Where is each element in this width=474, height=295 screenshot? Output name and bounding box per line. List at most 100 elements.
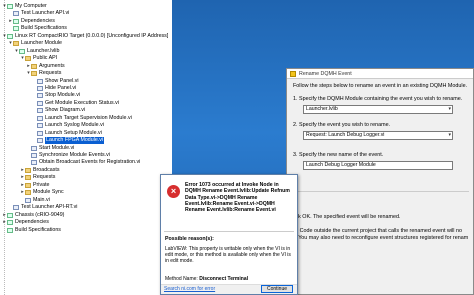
- tree-item[interactable]: Synchronize Module Events.vi: [26, 152, 110, 159]
- module-select-value: Launcher.lvlib: [306, 106, 338, 112]
- tree-item[interactable]: Main.vi: [20, 197, 50, 204]
- dqmh-app-icon: [290, 70, 296, 77]
- module-select[interactable]: Launcher.lvlib ▾: [303, 105, 453, 114]
- tree-item[interactable]: ▾ Requests: [26, 70, 61, 77]
- tree-item[interactable]: Test Launcher API-RT.vi: [8, 204, 77, 211]
- vi-icon: [37, 123, 43, 129]
- tree-item-label: Private: [33, 181, 50, 188]
- tree-item[interactable]: Test Launcher API.vi: [8, 10, 69, 17]
- event-select[interactable]: Request: Launch Debug Logger.vi ▾: [303, 131, 453, 140]
- error-dialog: × Error 1073 occurred at Invoke Node in …: [160, 174, 298, 295]
- folder-icon: [31, 63, 37, 69]
- tree-item-label: Get Module Execution Status.vi: [45, 99, 119, 106]
- rename-dialog-titlebar: Rename DQMH Event: [287, 69, 473, 79]
- tree-item[interactable]: Obtain Broadcast Events for Registration…: [26, 159, 140, 166]
- vi-icon: [25, 197, 31, 203]
- tree-item[interactable]: ▸ Requests: [20, 174, 55, 181]
- folder-icon: [13, 41, 19, 47]
- error-dialog-footer: Search ni.com for error Continue: [161, 284, 297, 294]
- target-icon: [7, 33, 13, 39]
- rename-event-dialog: Rename DQMH Event Follow the steps below…: [286, 68, 474, 295]
- tree-item-label: Obtain Broadcast Events for Registration…: [39, 159, 141, 166]
- method-name-label: Method Name:: [165, 276, 198, 282]
- note-line-2: y. You may also need to reconfigure even…: [293, 235, 469, 241]
- tree-item-label: Module Sync: [33, 189, 64, 196]
- tree-item[interactable]: ▾ Launcher.lvlib: [14, 48, 59, 55]
- tree-item-label: Synchronize Module Events.vi: [39, 152, 110, 158]
- event-select-value: Request: Launch Debug Logger.vi: [306, 132, 385, 138]
- vi-icon: [31, 153, 37, 158]
- tree-item[interactable]: ▾ My Computer: [2, 3, 47, 10]
- tree-item-label: Requests: [33, 174, 56, 181]
- vi-icon: [31, 160, 37, 166]
- click-ok-text: lick OK. The specified event will be ren…: [293, 214, 401, 220]
- tree-item[interactable]: Get Module Execution Status.vi: [32, 100, 119, 107]
- tree-item-label: Dependencies: [15, 219, 49, 226]
- vi-icon: [37, 100, 43, 106]
- tree-item[interactable]: ▾ Public API: [20, 55, 57, 62]
- tree-item[interactable]: Stop Module.vi: [32, 92, 80, 99]
- tree-item-label: Dependencies: [21, 17, 55, 24]
- new-name-input[interactable]: Launch Debug Logger Module: [303, 161, 453, 170]
- error-icon: ×: [167, 185, 180, 198]
- chevron-down-icon[interactable]: ▾: [448, 106, 451, 113]
- error-detail-text: LabVIEW: This property is writable only …: [165, 246, 291, 265]
- chevron-down-icon[interactable]: ▾: [448, 132, 451, 139]
- tree-item[interactable]: ▸ Arguments: [26, 63, 65, 70]
- tree-item[interactable]: Launch Syslog Module.vi: [32, 122, 104, 129]
- possible-reasons-label: Possible reason(s):: [165, 236, 214, 242]
- divider: [293, 191, 469, 192]
- tree-item[interactable]: Launch Setup Module.vi: [32, 130, 102, 137]
- tree-item-label: Show Diagram.vi: [45, 107, 86, 114]
- method-name-line: Method Name: Disconnect Terminal: [165, 276, 248, 282]
- tree-item-label: Arguments: [39, 62, 65, 69]
- tree-guide-line: [4, 0, 5, 295]
- vi-icon: [31, 145, 37, 151]
- tree-item-label: Launcher.lvlib: [27, 47, 60, 54]
- dependencies-icon: [7, 220, 13, 226]
- tree-item-label: Broadcasts: [33, 166, 60, 173]
- tree-item[interactable]: Launch FPGA Module.vi: [32, 137, 105, 145]
- tree-item-label: Start Module.vi: [39, 144, 75, 151]
- tree-item[interactable]: Build Specifications: [2, 227, 61, 234]
- tree-item[interactable]: ▸ Dependencies: [8, 18, 55, 25]
- tree-item-label: Main.vi: [33, 196, 50, 203]
- build-icon: [7, 227, 13, 233]
- tree-item-label: Test Launcher API-RT.vi: [21, 204, 78, 211]
- tree-item[interactable]: Build Specifications: [8, 25, 67, 32]
- folder-icon: [31, 71, 37, 77]
- intro-text: Follow the steps below to rename an even…: [293, 83, 468, 89]
- tree-item-label: Launch FPGA Module.vi: [45, 137, 105, 145]
- tree-item-label: Requests: [39, 70, 62, 77]
- tree-item-label: Launch Target Supervision Module.vi: [45, 114, 132, 121]
- continue-button[interactable]: Continue: [261, 285, 293, 293]
- step2-text: 2. Specify the event you wish to rename.: [293, 122, 391, 128]
- tree-item-label: Hide Panel.vi: [45, 84, 77, 91]
- tree-item[interactable]: Show Diagram.vi: [32, 107, 85, 114]
- vi-icon: [37, 138, 43, 144]
- tree-item-label: Test Launcher API.vi: [21, 10, 70, 17]
- method-name-value: Disconnect Terminal: [199, 276, 248, 282]
- tree-item[interactable]: ▸ Private: [20, 182, 50, 189]
- tree-item[interactable]: Start Module.vi: [26, 145, 74, 152]
- build-icon: [13, 26, 19, 32]
- search-error-link[interactable]: Search ni.com for error: [164, 286, 215, 292]
- vi-icon: [37, 108, 43, 114]
- tree-item[interactable]: ▾ Launcher Module: [8, 40, 62, 47]
- tree-item[interactable]: Launch Target Supervision Module.vi: [32, 115, 132, 122]
- vi-icon: [13, 205, 19, 211]
- tree-item[interactable]: ▾ Linux RT CompactRIO Target (0.0.0.0) [U…: [2, 33, 168, 40]
- folder-icon: [25, 182, 31, 188]
- dependencies-icon: [13, 18, 19, 24]
- tree-item[interactable]: ▸ Chassis (cRIO-9049): [2, 212, 64, 219]
- tree-item-label: Show Panel.vi: [45, 77, 79, 84]
- tree-item[interactable]: ▸ Dependencies: [2, 219, 49, 226]
- tree-item[interactable]: ▸ Module Sync: [20, 189, 64, 196]
- tree-item-label: Public API: [33, 55, 58, 62]
- folder-icon: [25, 190, 31, 196]
- tree-item[interactable]: Show Panel.vi: [32, 78, 79, 85]
- tree-item[interactable]: Hide Panel.vi: [32, 85, 76, 92]
- tree-item-label: Build Specifications: [21, 25, 67, 32]
- tree-item-label: Build Specifications: [15, 226, 61, 233]
- tree-item[interactable]: ▸ Broadcasts: [20, 167, 60, 174]
